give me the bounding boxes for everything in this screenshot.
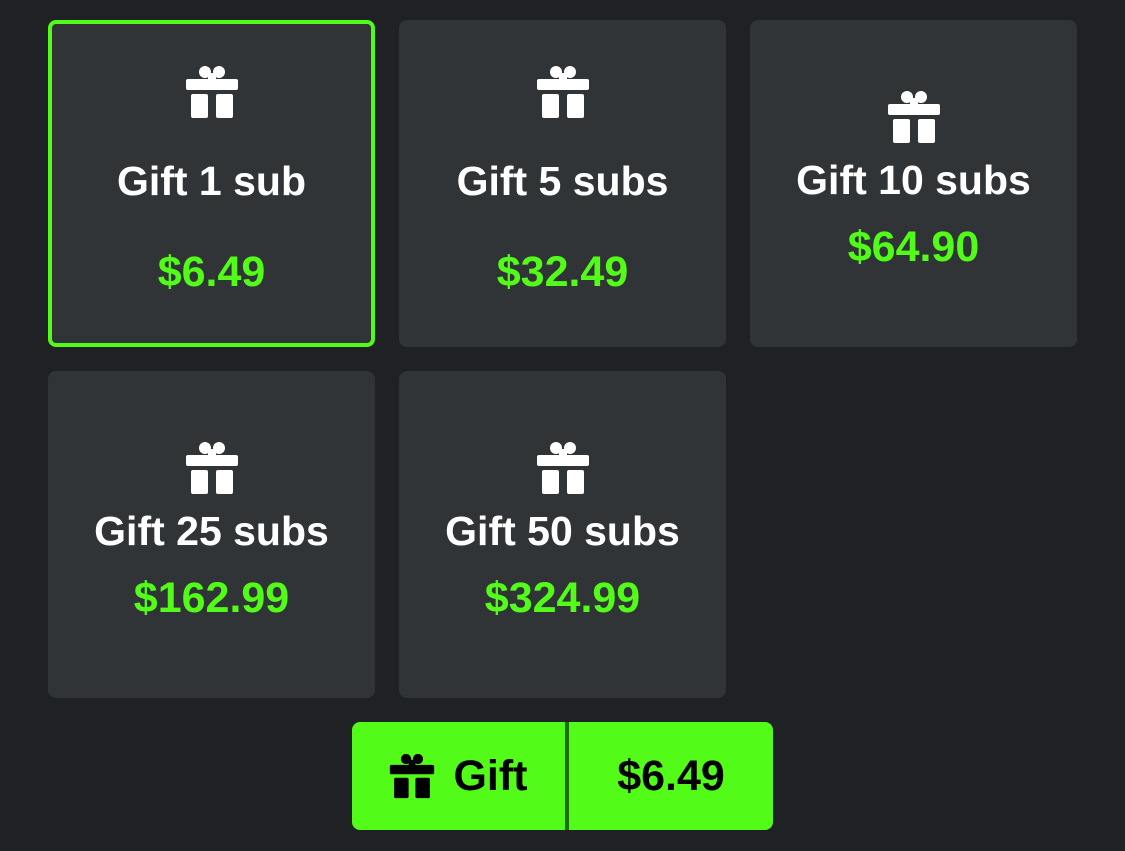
gift-option-price: $6.49 (157, 248, 266, 296)
gift-option-10-subs[interactable]: Gift 10 subs $64.90 (750, 20, 1077, 347)
gift-option-25-subs[interactable]: Gift 25 subs $162.99 (48, 371, 375, 698)
gift-icon (185, 441, 239, 495)
gift-icon (185, 65, 239, 119)
gift-button-price: $6.49 (617, 751, 725, 800)
gift-option-price: $324.99 (484, 574, 641, 622)
gift-button[interactable]: Gift $6.49 (352, 722, 773, 830)
gift-icon (887, 90, 941, 144)
gift-action-button[interactable]: Gift (352, 722, 565, 830)
gift-option-5-subs[interactable]: Gift 5 subs $32.49 (399, 20, 726, 347)
gift-option-price: $64.90 (847, 223, 980, 271)
gift-icon (536, 441, 590, 495)
gift-icon (536, 65, 590, 119)
gift-button-label: Gift (453, 751, 528, 800)
gift-option-label: Gift 10 subs (796, 157, 1031, 203)
gift-option-label: Gift 50 subs (445, 508, 680, 554)
gift-icon (389, 753, 435, 799)
gift-option-label: Gift 1 sub (116, 158, 307, 204)
gift-option-price: $162.99 (133, 574, 290, 622)
gift-option-label: Gift 25 subs (94, 508, 329, 554)
gift-option-label: Gift 5 subs (456, 158, 669, 204)
gift-option-price: $32.49 (496, 248, 629, 296)
gift-option-1-sub[interactable]: Gift 1 sub $6.49 (48, 20, 375, 347)
gift-option-50-subs[interactable]: Gift 50 subs $324.99 (399, 371, 726, 698)
gift-price-button[interactable]: $6.49 (569, 722, 773, 830)
